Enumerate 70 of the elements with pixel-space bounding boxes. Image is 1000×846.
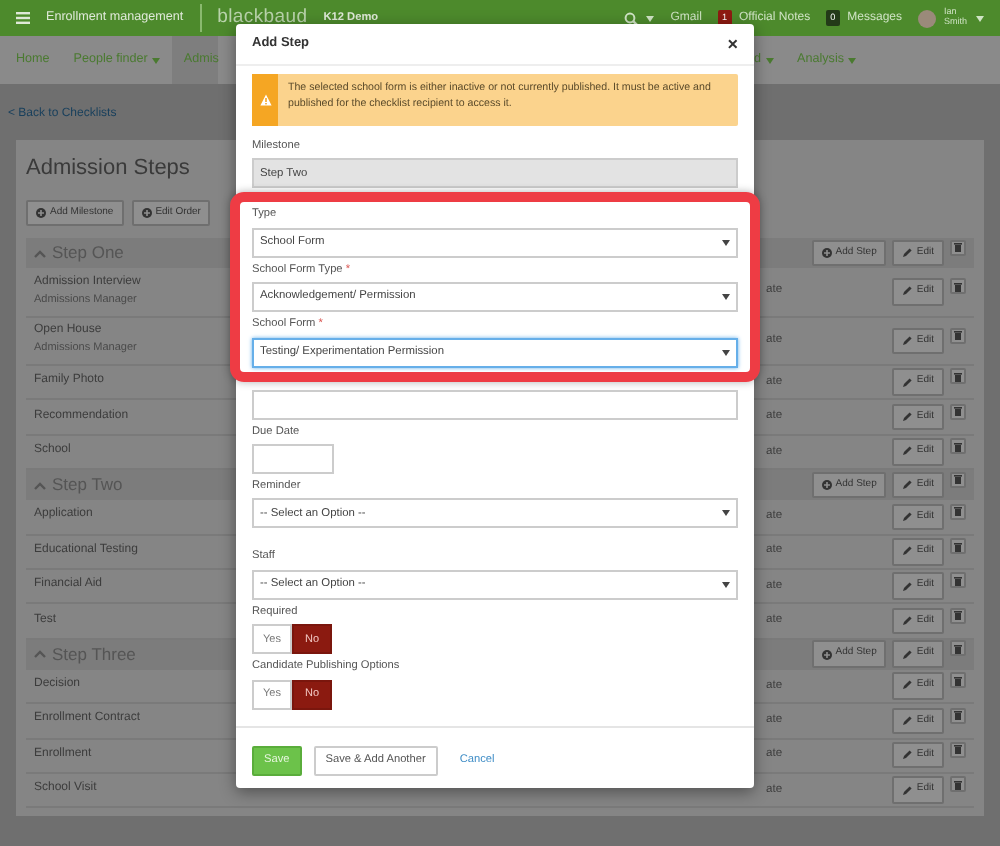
delete-button[interactable] bbox=[950, 438, 966, 455]
plus-circle-icon bbox=[821, 480, 832, 491]
plus-circle-icon bbox=[821, 248, 832, 258]
trash-icon bbox=[954, 779, 962, 790]
caret-icon bbox=[976, 15, 984, 21]
caret-icon bbox=[722, 510, 730, 517]
delete-button[interactable] bbox=[950, 776, 966, 793]
input-field[interactable] bbox=[252, 389, 738, 420]
delete-button[interactable] bbox=[950, 607, 966, 624]
plus-circle-icon bbox=[36, 207, 46, 218]
trash-icon bbox=[954, 710, 962, 721]
delete-button[interactable] bbox=[950, 278, 966, 294]
plus-circle-icon bbox=[821, 649, 832, 660]
pencil-icon bbox=[902, 412, 913, 423]
pencil-icon bbox=[902, 446, 913, 457]
delete-button[interactable] bbox=[950, 572, 966, 589]
pencil-icon bbox=[902, 377, 913, 388]
caret-icon bbox=[151, 57, 160, 63]
warning-icon bbox=[259, 94, 271, 106]
pencil-icon bbox=[902, 248, 913, 258]
pencil-icon bbox=[902, 616, 913, 627]
trash-icon bbox=[954, 406, 962, 417]
panel-title: Admission Steps bbox=[26, 154, 190, 184]
trash-icon bbox=[954, 281, 962, 291]
delete-button[interactable] bbox=[950, 239, 966, 256]
pencil-icon bbox=[902, 511, 913, 522]
pencil-icon bbox=[902, 286, 913, 297]
pencil-icon bbox=[902, 546, 913, 557]
close-button[interactable]: × bbox=[727, 35, 738, 53]
pencil-icon bbox=[902, 649, 913, 660]
caret-icon bbox=[848, 57, 856, 63]
search-icon[interactable] bbox=[624, 11, 639, 25]
trash-icon bbox=[954, 371, 962, 382]
logo-text: blackbaud bbox=[217, 3, 308, 32]
pencil-icon bbox=[902, 335, 913, 346]
trash-icon bbox=[954, 541, 962, 551]
trash-icon bbox=[954, 330, 962, 340]
trash-icon bbox=[954, 744, 962, 755]
caret-icon bbox=[722, 349, 730, 356]
delete-button[interactable] bbox=[950, 538, 966, 554]
delete-button[interactable] bbox=[950, 368, 966, 385]
plus-circle-icon bbox=[141, 207, 152, 218]
pencil-icon bbox=[902, 480, 913, 491]
pencil-icon bbox=[902, 680, 913, 691]
trash-icon bbox=[954, 610, 962, 621]
caret-icon bbox=[765, 57, 774, 63]
delete-button[interactable] bbox=[950, 741, 966, 758]
trash-icon bbox=[954, 474, 962, 485]
pencil-icon bbox=[902, 581, 913, 592]
caret-icon bbox=[722, 581, 730, 588]
pencil-icon bbox=[902, 750, 913, 761]
delete-button[interactable] bbox=[950, 503, 966, 520]
trash-icon bbox=[954, 242, 962, 253]
delete-button[interactable] bbox=[950, 403, 966, 420]
trash-icon bbox=[954, 643, 962, 654]
delete-button[interactable] bbox=[950, 672, 966, 689]
date-field[interactable] bbox=[252, 443, 334, 474]
pencil-icon bbox=[902, 785, 913, 796]
pencil-icon bbox=[902, 715, 913, 726]
trash-icon bbox=[954, 441, 962, 452]
caret-icon bbox=[722, 294, 730, 301]
trash-icon bbox=[954, 675, 962, 686]
delete-button[interactable] bbox=[950, 327, 966, 343]
trash-icon bbox=[954, 506, 962, 517]
caret-icon bbox=[722, 239, 730, 246]
delete-button[interactable] bbox=[950, 640, 966, 657]
delete-button[interactable] bbox=[950, 707, 966, 724]
trash-icon bbox=[954, 575, 962, 586]
delete-button[interactable] bbox=[950, 471, 966, 488]
menu-icon[interactable] bbox=[16, 12, 30, 24]
